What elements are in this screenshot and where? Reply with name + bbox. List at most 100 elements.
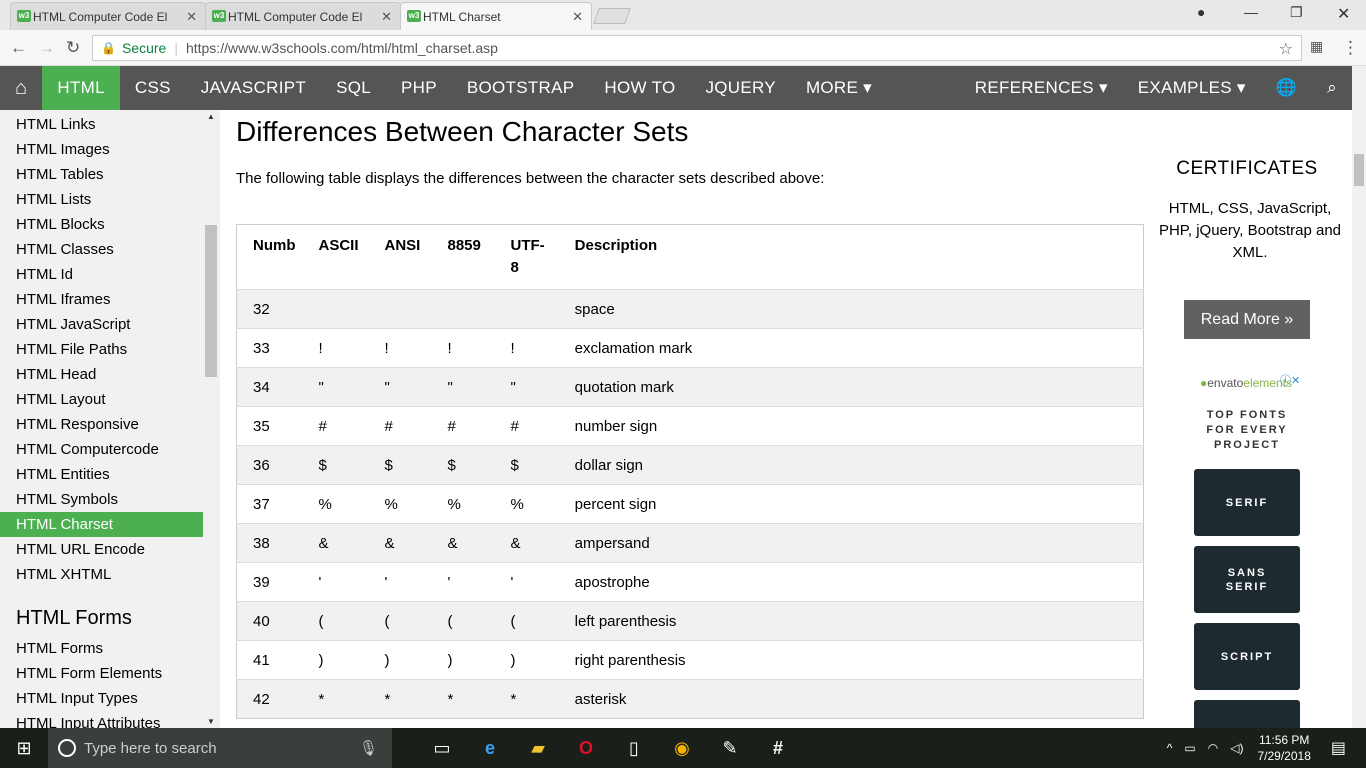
close-window-icon[interactable]: ✕ — [1337, 4, 1350, 24]
sidebar-item-html-forms[interactable]: HTML Forms — [0, 636, 203, 661]
scrollbar-thumb[interactable] — [205, 225, 217, 377]
table-cell: $ — [431, 445, 495, 485]
bookmark-star-icon[interactable]: ☆ — [1279, 39, 1293, 59]
ad-card-script[interactable]: SCRIPT — [1194, 623, 1300, 690]
table-cell: * — [494, 679, 559, 719]
sidebar-item-html-javascript[interactable]: HTML JavaScript — [0, 312, 203, 337]
table-cell: ! — [431, 328, 495, 368]
profile-icon[interactable]: ● — [1197, 4, 1205, 20]
nav-javascript[interactable]: JAVASCRIPT — [186, 66, 321, 110]
sidebar-item-html-classes[interactable]: HTML Classes — [0, 237, 203, 262]
sidebar-item-html-input-attributes[interactable]: HTML Input Attributes — [0, 711, 203, 728]
sidebar-item-html-layout[interactable]: HTML Layout — [0, 387, 203, 412]
battery-icon[interactable]: ▭ — [1184, 741, 1195, 755]
new-tab-button[interactable] — [593, 8, 631, 24]
sidebar-item-html-id[interactable]: HTML Id — [0, 262, 203, 287]
nav-css[interactable]: CSS — [120, 66, 186, 110]
table-cell: ' — [302, 562, 369, 602]
nav-bootstrap[interactable]: BOOTSTRAP — [452, 66, 590, 110]
minimize-icon[interactable]: — — [1244, 4, 1258, 20]
microphone-icon[interactable]: 🎙 — [359, 739, 378, 757]
edge-icon[interactable]: e — [466, 728, 514, 768]
nav-sql[interactable]: SQL — [321, 66, 386, 110]
maximize-icon[interactable]: ❐ — [1290, 4, 1303, 21]
sidebar-item-html-lists[interactable]: HTML Lists — [0, 187, 203, 212]
sidebar-item-html-file-paths[interactable]: HTML File Paths — [0, 337, 203, 362]
close-tab-icon[interactable]: ✕ — [186, 9, 197, 25]
sidebar-item-html-head[interactable]: HTML Head — [0, 362, 203, 387]
nav-references[interactable]: REFERENCES ▾ — [960, 66, 1123, 110]
nav-php[interactable]: PHP — [386, 66, 452, 110]
chrome-icon[interactable]: ◉ — [658, 728, 706, 768]
sidebar-item-html-computercode[interactable]: HTML Computercode — [0, 437, 203, 462]
table-cell: " — [494, 367, 559, 407]
table-row: 40((((left parenthesis — [236, 601, 1144, 641]
taskbar-search[interactable]: Type here to search 🎙 — [48, 728, 392, 768]
address-bar[interactable]: 🔒 Secure | https://www.w3schools.com/htm… — [92, 35, 1302, 61]
table-cell: quotation mark — [558, 367, 1144, 407]
w3schools-favicon-icon: w3 — [17, 10, 31, 22]
close-tab-icon[interactable]: ✕ — [381, 9, 392, 25]
tools-icon[interactable]: ✎ — [706, 728, 754, 768]
sidebar-item-html-input-types[interactable]: HTML Input Types — [0, 686, 203, 711]
sidebar-item-html-iframes[interactable]: HTML Iframes — [0, 287, 203, 312]
sidebar-item-html-url-encode[interactable]: HTML URL Encode — [0, 537, 203, 562]
ad-card-sans-serif[interactable]: SANS SERIF — [1194, 546, 1300, 613]
wifi-icon[interactable]: ◠ — [1208, 741, 1218, 755]
sidebar-item-html-tables[interactable]: HTML Tables — [0, 162, 203, 187]
volume-icon[interactable]: ◁) — [1230, 741, 1243, 755]
notifications-icon[interactable]: ▤ — [1331, 738, 1346, 758]
table-cell: 34 — [236, 367, 303, 407]
certificates-heading: CERTIFICATES — [1176, 158, 1318, 179]
home-icon[interactable]: ⌂ — [0, 66, 42, 110]
envato-elements-logo[interactable]: ●envatoelements — [1200, 376, 1292, 390]
sidebar-item-html-charset[interactable]: HTML Charset — [0, 512, 203, 537]
nav-how-to[interactable]: HOW TO — [589, 66, 690, 110]
page-scrollbar[interactable] — [1352, 66, 1366, 728]
sidebar-item-html-entities[interactable]: HTML Entities — [0, 462, 203, 487]
read-more-button[interactable]: Read More » — [1184, 300, 1310, 339]
browser-tab-active[interactable]: w3 HTML Charset ✕ — [400, 2, 592, 30]
reload-icon[interactable]: ↻ — [66, 38, 80, 58]
sidebar-item-html-images[interactable]: HTML Images — [0, 137, 203, 162]
ad-card-partial[interactable] — [1194, 700, 1300, 728]
show-hidden-icons[interactable]: ^ — [1167, 741, 1173, 755]
table-cell — [494, 289, 559, 329]
nav-more[interactable]: MORE ▾ — [791, 66, 887, 110]
opera-icon[interactable]: O — [562, 728, 610, 768]
nav-examples[interactable]: EXAMPLES ▾ — [1123, 66, 1261, 110]
sidebar-scrollbar[interactable]: ▲ ▼ — [204, 110, 218, 728]
scroll-up-icon[interactable]: ▲ — [207, 112, 215, 121]
globe-icon[interactable]: 🌐 — [1261, 66, 1312, 110]
scrollbar-thumb[interactable] — [1354, 154, 1364, 186]
sidebar-item-html-xhtml[interactable]: HTML XHTML — [0, 562, 203, 587]
task-view-icon[interactable]: ▭ — [418, 728, 466, 768]
nav-html[interactable]: HTML — [42, 66, 120, 110]
sidebar-item-html-links[interactable]: HTML Links — [0, 112, 203, 137]
column-header: UTF-8 — [510, 237, 545, 276]
ad-card-serif[interactable]: SERIF — [1194, 469, 1300, 536]
menu-icon[interactable]: ⋮ — [1342, 38, 1359, 58]
back-icon[interactable]: ← — [10, 38, 27, 58]
scroll-down-icon[interactable]: ▼ — [207, 717, 215, 726]
sidebar-item-html-responsive[interactable]: HTML Responsive — [0, 412, 203, 437]
url-text[interactable]: https://www.w3schools.com/html/html_char… — [186, 40, 498, 56]
search-icon[interactable]: ⌕ — [1312, 66, 1352, 110]
windows-start-icon[interactable]: ⊞ — [0, 728, 48, 768]
file-explorer-icon[interactable]: ▰ — [514, 728, 562, 768]
slack-icon[interactable]: # — [754, 728, 802, 768]
forward-icon[interactable]: → — [38, 38, 55, 58]
close-tab-icon[interactable]: ✕ — [572, 9, 583, 25]
nav-jquery[interactable]: JQUERY — [690, 66, 790, 110]
sidebar-item-html-symbols[interactable]: HTML Symbols — [0, 487, 203, 512]
notepad-icon[interactable]: ▯ — [610, 728, 658, 768]
system-tray: ^ ▭ ◠ ◁) 11:56 PM 7/29/2018 ▤ — [1161, 728, 1366, 768]
browser-tab[interactable]: w3 HTML Computer Code El ✕ — [205, 2, 401, 30]
browser-tab[interactable]: w3 HTML Computer Code El ✕ — [10, 2, 206, 30]
sidebar-item-html-blocks[interactable]: HTML Blocks — [0, 212, 203, 237]
table-cell: 33 — [236, 328, 303, 368]
extension-icon[interactable]: ▦ — [1310, 38, 1323, 55]
sidebar-item-html-form-elements[interactable]: HTML Form Elements — [0, 661, 203, 686]
clock[interactable]: 11:56 PM 7/29/2018 — [1257, 732, 1310, 764]
ad-info-close-icon[interactable]: ⓘ✕ — [1280, 372, 1300, 388]
